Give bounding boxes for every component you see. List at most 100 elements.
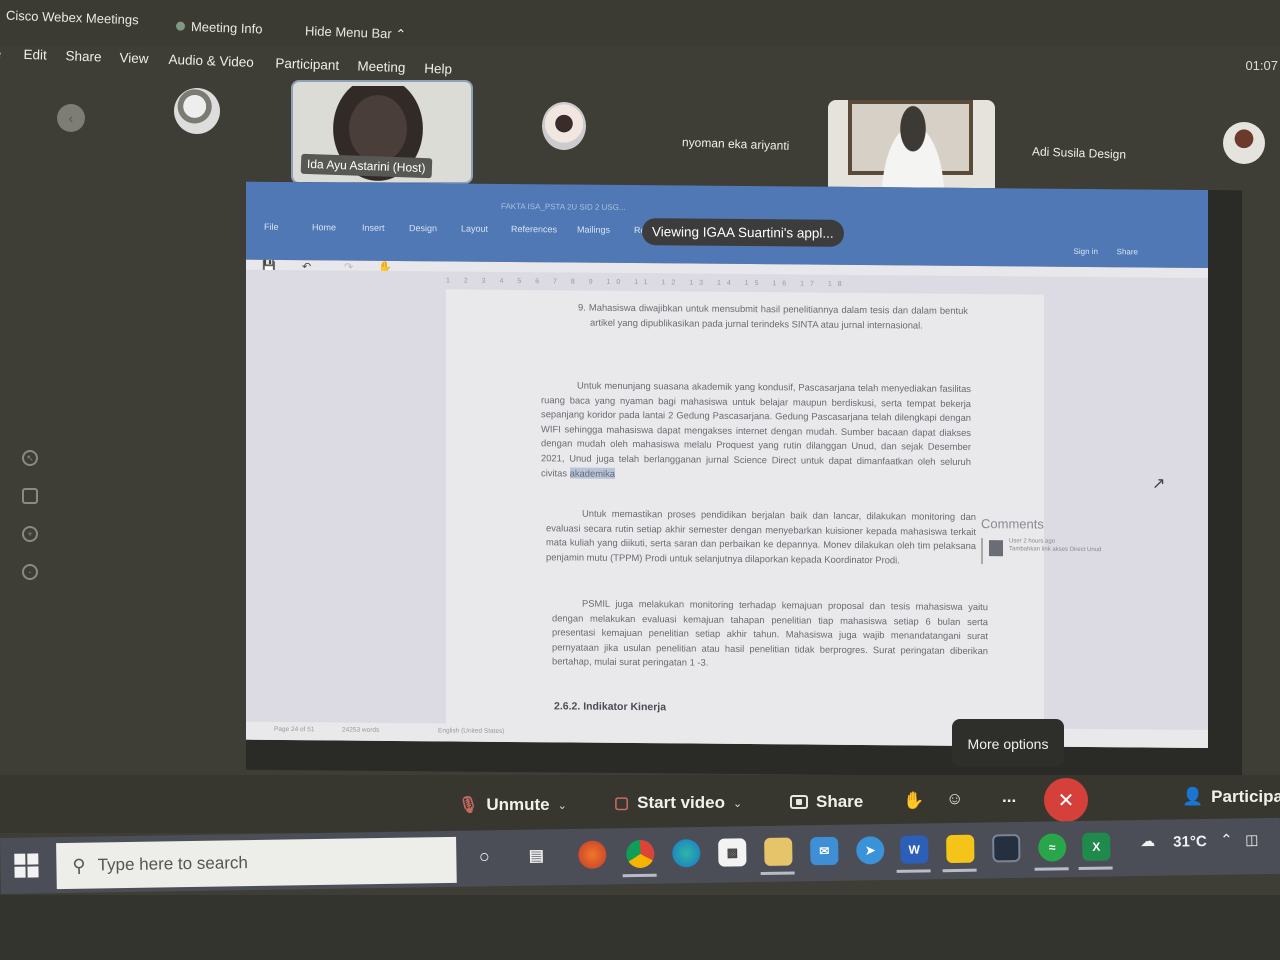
start-video-label: Start video — [637, 793, 725, 812]
annotation-tools: ↖ + - — [16, 450, 48, 602]
chrome-icon[interactable] — [626, 839, 655, 869]
search-placeholder: Type here to search — [97, 853, 249, 875]
word-tab-mailings[interactable]: Mailings — [577, 225, 610, 235]
task-view-icon[interactable]: ▤ — [522, 841, 550, 869]
participant-video-tile[interactable] — [828, 100, 995, 198]
sticky-notes-icon[interactable] — [946, 834, 975, 864]
word-share-button[interactable]: Share — [1117, 247, 1138, 256]
word-tab-layout[interactable]: Layout — [461, 224, 488, 234]
meeting-info-button[interactable]: Meeting Info — [175, 18, 263, 37]
participant-name[interactable]: Adi Susila Design — [1032, 144, 1126, 161]
word-tab-file[interactable]: File — [264, 222, 279, 232]
participant-name[interactable]: nyoman eka ariyanti — [682, 135, 790, 153]
zoom-in-icon[interactable]: + — [22, 526, 38, 542]
paragraph-text: Untuk menunjang suasana akademik yang ko… — [541, 379, 971, 479]
unmute-button[interactable]: 🎙 Unmute ⌄ — [458, 795, 567, 815]
screen-tool-icon[interactable] — [22, 488, 38, 504]
menu-help[interactable]: Help — [424, 61, 452, 77]
document-area: 1 2 3 4 5 6 7 8 9 10 11 12 13 14 15 16 1… — [246, 269, 1208, 749]
start-video-button[interactable]: ▢ Start video ⌄ — [614, 793, 742, 813]
word-tab-references[interactable]: References — [511, 224, 557, 234]
user-avatar-icon — [989, 540, 1003, 557]
paragraph: Untuk menunjang suasana akademik yang ko… — [541, 378, 971, 484]
raise-hand-icon: ✋ — [903, 791, 925, 810]
file-explorer-icon[interactable] — [764, 837, 793, 866]
language: English (United States) — [438, 727, 505, 735]
device-icon[interactable]: ◫ — [1245, 831, 1258, 848]
reactions-button[interactable]: ☺ — [946, 789, 963, 809]
menu-meeting[interactable]: Meeting — [357, 58, 406, 75]
comment-text: Tambahkan link akses Direct Unud — [1009, 546, 1102, 554]
menu-view[interactable]: View — [119, 50, 149, 66]
telegram-icon[interactable]: ➤ — [856, 836, 885, 865]
share-label: Share — [816, 792, 864, 811]
edge-icon[interactable] — [672, 839, 701, 868]
meeting-status-icon — [175, 21, 186, 31]
participant-avatar[interactable] — [1223, 122, 1265, 164]
participant-avatar[interactable] — [174, 88, 220, 134]
hide-menu-bar-label: Hide Menu Bar — [304, 23, 392, 42]
participants-button[interactable]: 👤 Participants — [1182, 787, 1280, 807]
selected-text: akademika — [569, 467, 615, 479]
word-tab-insert[interactable]: Insert — [362, 223, 385, 233]
participant-video — [873, 105, 953, 198]
sign-in-link[interactable]: Sign in — [1074, 247, 1098, 256]
comment-item[interactable]: User 2 hours ago Tambahkan link akses Di… — [981, 538, 1191, 566]
menu-edit[interactable]: Edit — [23, 47, 47, 63]
chevron-left-icon: ‹ — [68, 110, 74, 126]
video-off-icon: ▢ — [614, 795, 630, 812]
pointer-tool-icon[interactable]: ↖ — [22, 450, 38, 466]
comment-meta: User 2 hours ago — [1009, 538, 1056, 545]
close-icon: ✕ — [1057, 789, 1075, 812]
menu-file[interactable]: e — [0, 46, 1, 61]
mail-icon[interactable]: ✉ — [810, 836, 839, 866]
ellipsis-icon: ... — [1002, 787, 1017, 806]
show-hidden-icons-icon[interactable]: ⌃ — [1220, 831, 1233, 849]
comments-title: Comments — [981, 516, 1044, 532]
mouse-cursor-icon: ↗ — [1152, 475, 1166, 493]
meeting-timer: 01:07 — [1245, 58, 1278, 73]
menu-audio-video[interactable]: Audio & Video — [168, 52, 254, 70]
word-icon[interactable]: W — [900, 835, 929, 864]
leave-meeting-button[interactable]: ✕ — [1044, 778, 1088, 822]
previous-participants-button[interactable]: ‹ — [57, 104, 85, 132]
weather-icon[interactable]: ☁ — [1140, 832, 1155, 850]
store-icon[interactable]: ▩ — [718, 838, 747, 867]
menu-share[interactable]: Share — [65, 48, 102, 64]
menu-participant[interactable]: Participant — [275, 56, 339, 73]
host-video-tile[interactable]: Ida Ayu Astarini (Host) — [291, 80, 473, 184]
emoji-icon: ☺ — [946, 789, 964, 808]
raise-hand-button[interactable]: ✋ — [903, 791, 924, 811]
more-options-button[interactable]: ... — [1002, 787, 1016, 807]
word-tab-home[interactable]: Home — [312, 222, 336, 232]
host-name-label: Ida Ayu Astarini (Host) — [300, 153, 432, 179]
paragraph: PSMIL juga melakukan monitoring terhadap… — [552, 597, 988, 669]
chevron-down-icon[interactable]: ⌄ — [558, 799, 567, 812]
participant-avatar[interactable] — [542, 102, 586, 150]
taskbar-search[interactable]: ⚲ Type here to search — [56, 836, 457, 890]
cortana-icon[interactable]: ○ — [470, 842, 498, 870]
more-options-tooltip: More options — [952, 719, 1064, 767]
word-tab-design[interactable]: Design — [409, 223, 437, 233]
section-heading: 2.6.2. Indikator Kinerja — [554, 700, 667, 714]
document-title: FAKTA ISA_PSTA 2U SID 2 USG... — [501, 201, 626, 212]
spotify-icon[interactable]: ≈ — [1038, 833, 1067, 862]
participants-label: Participants — [1211, 787, 1280, 806]
muted-mic-icon: 🎙 — [458, 797, 479, 814]
unmute-label: Unmute — [486, 795, 550, 814]
word-count: 24253 words — [342, 726, 380, 734]
temperature[interactable]: 31°C — [1173, 833, 1207, 851]
page-count: Page 24 of 51 — [274, 725, 315, 734]
shared-screen: FAKTA ISA_PSTA 2U SID 2 USG... File Home… — [246, 181, 1242, 779]
zoom-out-icon[interactable]: - — [22, 564, 38, 580]
chevron-down-icon[interactable]: ⌄ — [733, 797, 742, 810]
excel-icon[interactable]: X — [1082, 832, 1111, 861]
windows-start-button[interactable] — [14, 853, 39, 878]
share-screen-icon — [790, 795, 808, 809]
document-page[interactable]: 9. Mahasiswa diwajibkan untuk mensubmit … — [446, 289, 1165, 745]
participants-icon: 👤 — [1182, 787, 1204, 806]
share-button[interactable]: Share — [790, 792, 863, 812]
webex-icon[interactable] — [992, 833, 1021, 863]
comments-pane: Comments User 2 hours ago Tambahkan link… — [976, 516, 1208, 588]
firefox-icon[interactable] — [578, 840, 607, 869]
